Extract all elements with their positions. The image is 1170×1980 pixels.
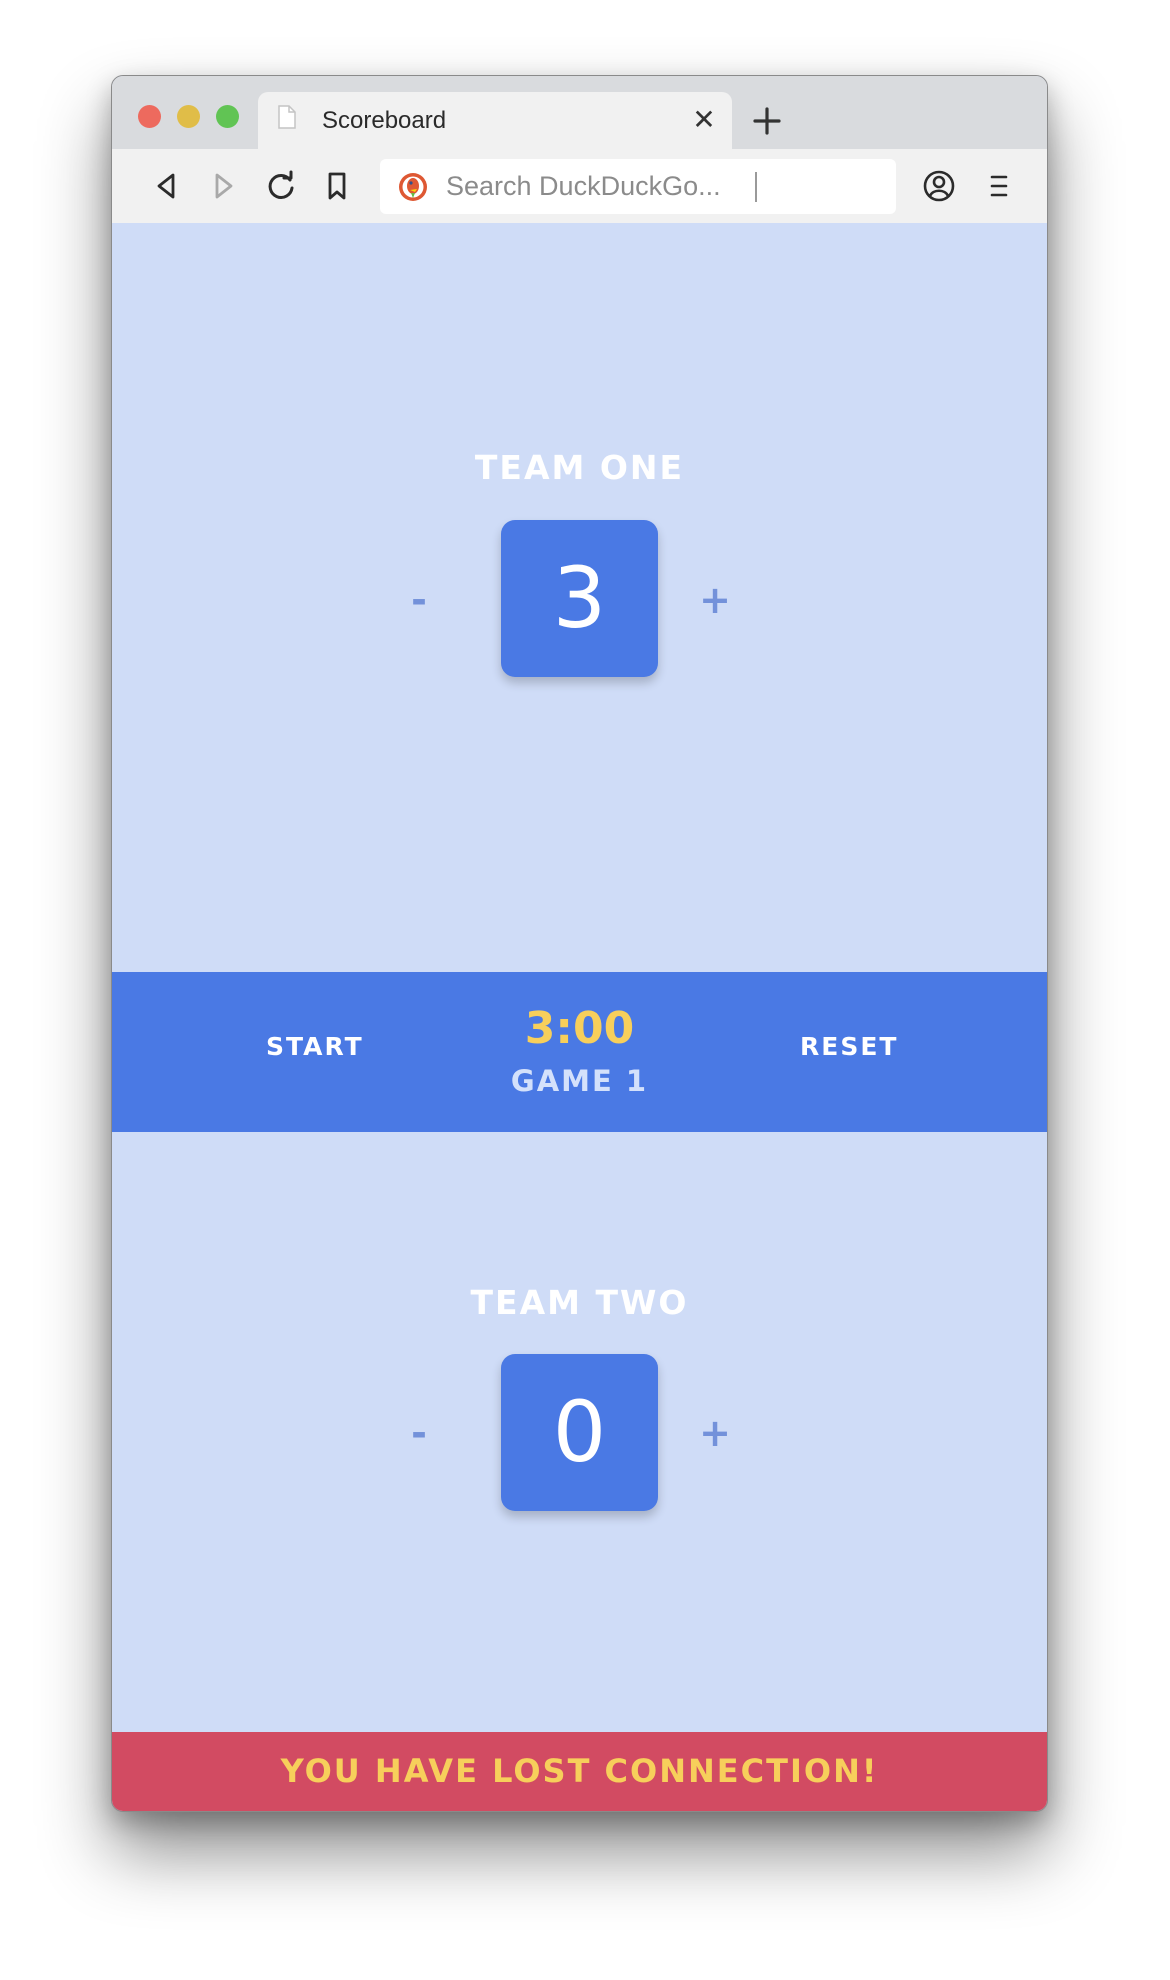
bookmark-icon[interactable] bbox=[320, 169, 354, 203]
game-label: GAME 1 bbox=[510, 1064, 649, 1098]
decrement-button[interactable]: - bbox=[394, 578, 444, 622]
connection-alert: YOU HAVE LOST CONNECTION! bbox=[112, 1732, 1047, 1811]
team-name: TEAM ONE bbox=[474, 448, 685, 487]
minimize-window-dot[interactable] bbox=[177, 105, 200, 128]
decrement-button[interactable]: - bbox=[394, 1411, 444, 1455]
search-placeholder: Search DuckDuckGo... bbox=[446, 171, 721, 201]
forward-icon[interactable] bbox=[206, 169, 240, 203]
account-icon[interactable] bbox=[922, 169, 956, 203]
menu-icon[interactable] bbox=[982, 169, 1016, 203]
search-input[interactable]: Search DuckDuckGo... bbox=[380, 159, 896, 214]
tab-strip: Scoreboard ✕ bbox=[112, 76, 1047, 149]
timer-display: 3:00 bbox=[524, 1003, 635, 1054]
tab-title: Scoreboard bbox=[322, 107, 447, 134]
text-cursor bbox=[755, 172, 757, 202]
page-icon bbox=[278, 105, 296, 129]
tab-close-icon[interactable]: ✕ bbox=[690, 106, 718, 134]
scoreboard: TEAM ONE - 3 + START 3:00 GAME 1 RESET T… bbox=[112, 223, 1047, 1811]
duckduckgo-icon bbox=[399, 173, 427, 201]
toolbar: Search DuckDuckGo... bbox=[112, 149, 1047, 223]
close-window-dot[interactable] bbox=[138, 105, 161, 128]
tab-scoreboard[interactable]: Scoreboard ✕ bbox=[258, 92, 732, 149]
increment-button[interactable]: + bbox=[690, 578, 740, 622]
score-display: 0 bbox=[501, 1354, 658, 1511]
score-display: 3 bbox=[501, 520, 658, 677]
zoom-window-dot[interactable] bbox=[216, 105, 239, 128]
new-tab-icon[interactable] bbox=[750, 104, 784, 138]
reload-icon[interactable] bbox=[264, 169, 298, 203]
team-name: TEAM TWO bbox=[470, 1283, 689, 1322]
back-icon[interactable] bbox=[150, 169, 184, 203]
timer-bar: START 3:00 GAME 1 RESET bbox=[112, 972, 1047, 1132]
browser-window: Scoreboard ✕ Search DuckDuckGo... TEAM O… bbox=[111, 75, 1048, 1812]
increment-button[interactable]: + bbox=[690, 1411, 740, 1455]
reset-button[interactable]: RESET bbox=[800, 1032, 898, 1061]
